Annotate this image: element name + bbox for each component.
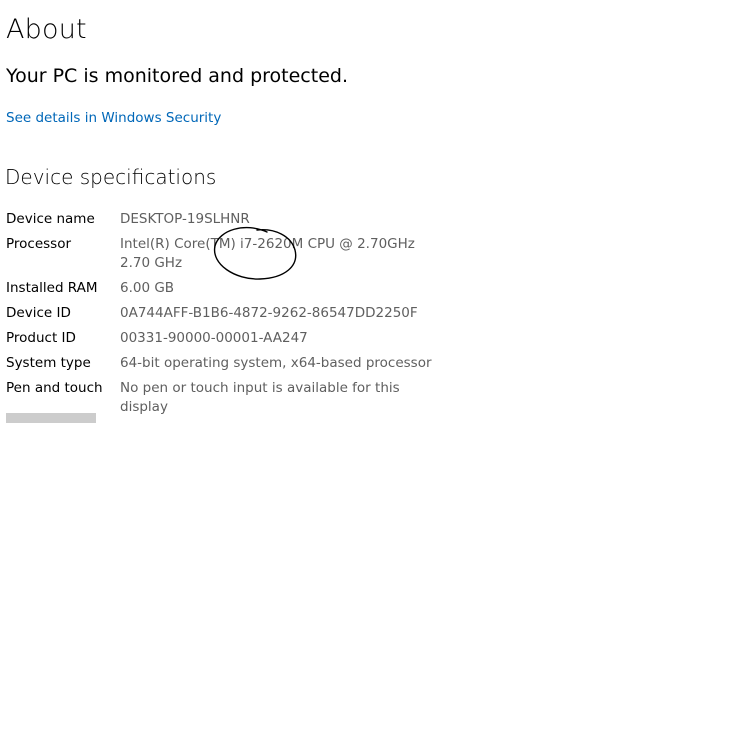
spec-row-installed-ram: Installed RAM 6.00 GB	[6, 279, 446, 298]
about-page: About Your PC is monitored and protected…	[0, 0, 750, 750]
spec-row-processor: Processor Intel(R) Core(TM) i7-2620M CPU…	[6, 235, 446, 273]
spec-label: System type	[6, 355, 91, 371]
spec-row-device-name: Device name DESKTOP-19SLHNR	[6, 210, 446, 229]
spec-row-pen-and-touch: Pen and touch No pen or touch input is a…	[6, 379, 446, 417]
spec-row-device-id: Device ID 0A744AFF-B1B6-4872-9262-86547D…	[6, 304, 446, 323]
copy-button-placeholder[interactable]	[6, 413, 96, 423]
spec-label: Installed RAM	[6, 280, 98, 296]
spec-label: Pen and touch	[6, 380, 103, 396]
spec-value: 6.00 GB	[120, 280, 175, 296]
spec-row-system-type: System type 64-bit operating system, x64…	[6, 354, 446, 373]
page-title: About	[6, 14, 87, 45]
spec-label: Device name	[6, 211, 95, 227]
spec-label: Processor	[6, 236, 72, 252]
spec-value: 64-bit operating system, x64-based proce…	[120, 355, 432, 371]
device-specifications-heading: Device specifications	[5, 165, 217, 189]
spec-value: No pen or touch input is available for t…	[120, 380, 400, 415]
spec-value: 00331-90000-00001-AA247	[120, 330, 308, 346]
spec-value: DESKTOP-19SLHNR	[120, 211, 250, 227]
spec-value: Intel(R) Core(TM) i7-2620M CPU @ 2.70GHz…	[120, 236, 415, 271]
spec-row-product-id: Product ID 00331-90000-00001-AA247	[6, 329, 446, 348]
spec-label: Device ID	[6, 305, 71, 321]
spec-value: 0A744AFF-B1B6-4872-9262-86547DD2250F	[120, 305, 418, 321]
device-specifications-table: Device name DESKTOP-19SLHNR Processor In…	[6, 210, 446, 423]
windows-security-link[interactable]: See details in Windows Security	[6, 110, 221, 126]
spec-label: Product ID	[6, 330, 76, 346]
protection-status: Your PC is monitored and protected.	[6, 65, 348, 87]
